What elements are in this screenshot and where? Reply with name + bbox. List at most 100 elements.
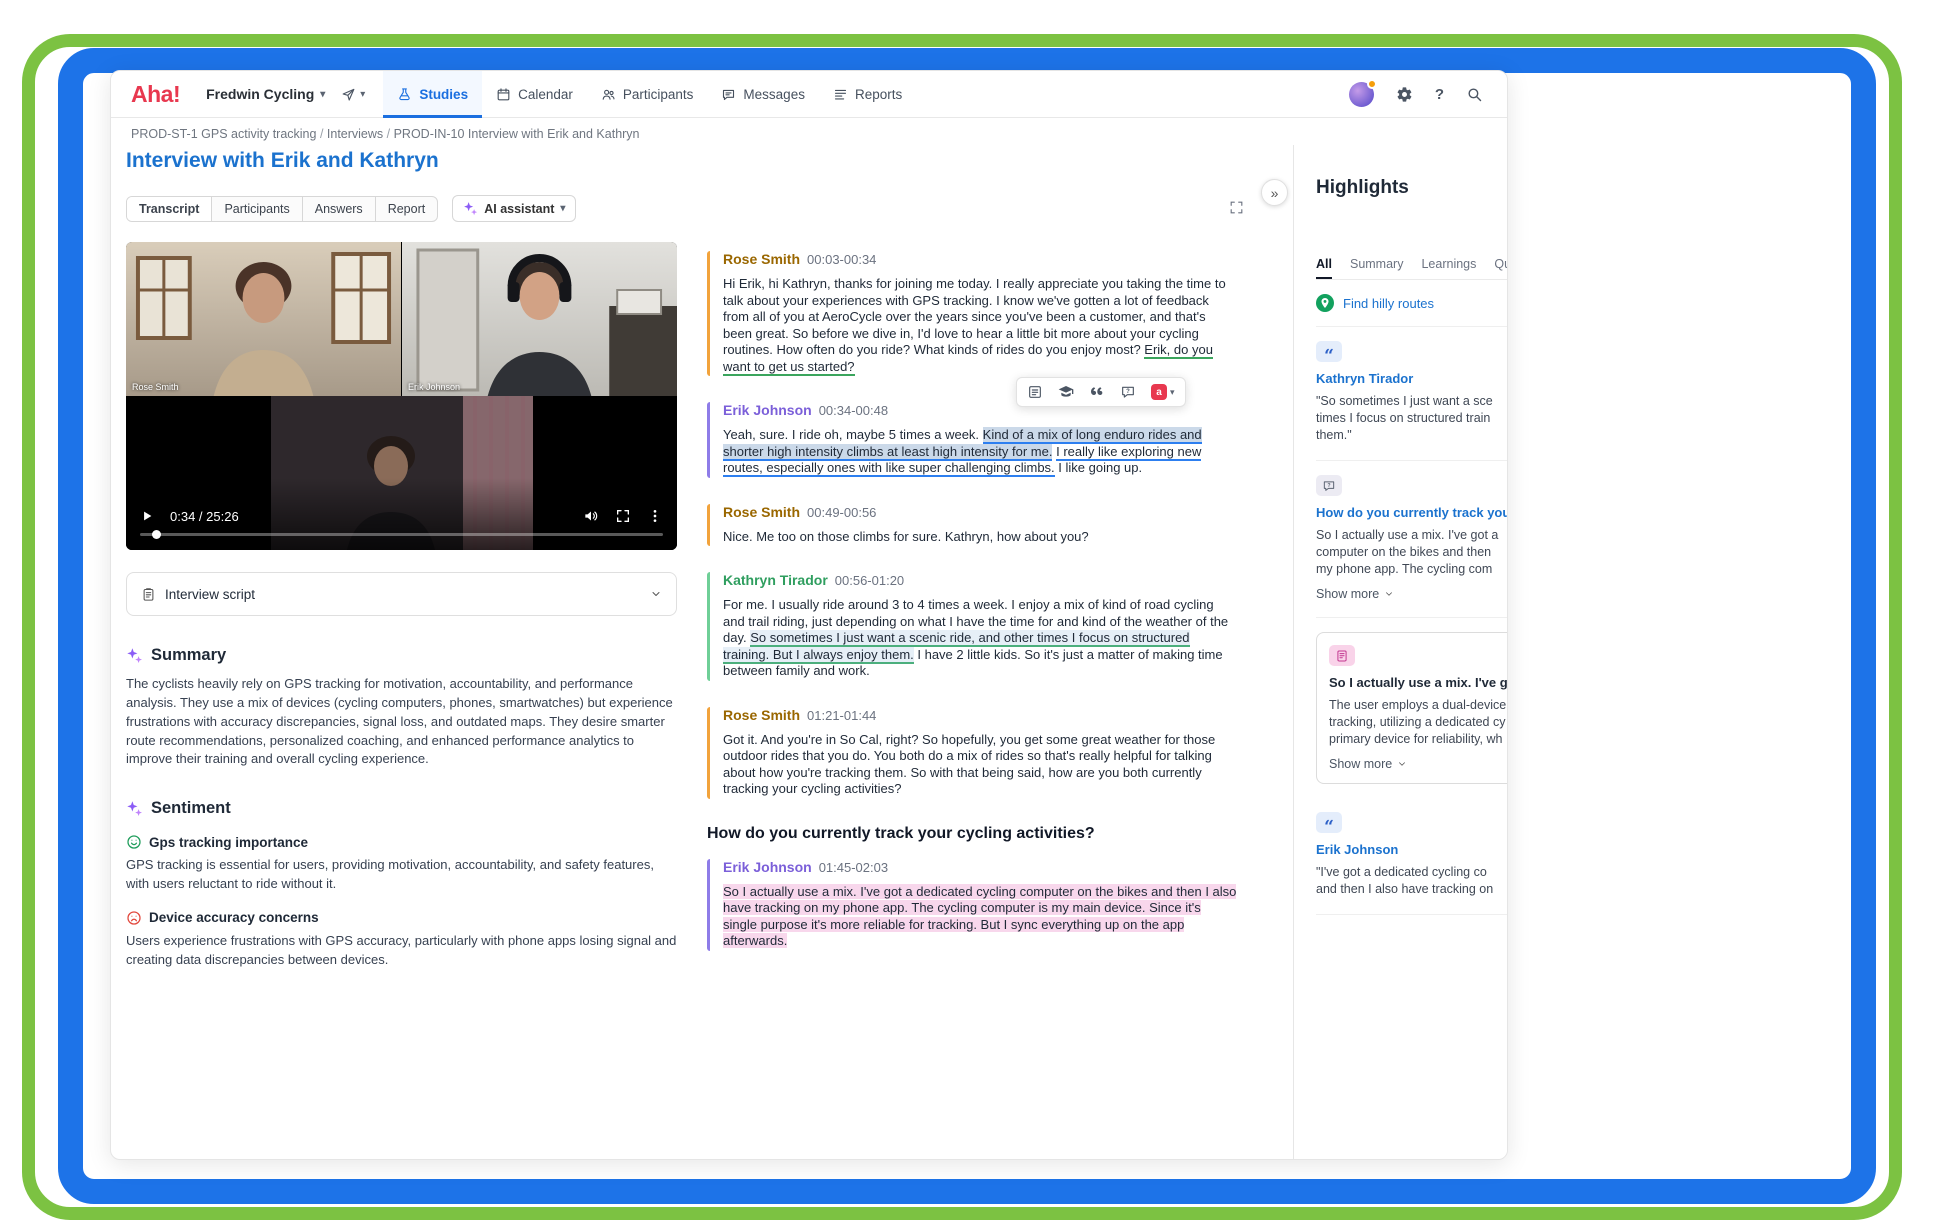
highlights-tab-all[interactable]: All bbox=[1316, 257, 1332, 279]
page-title: Interview with Erik and Kathryn bbox=[126, 149, 439, 173]
chevron-down-icon bbox=[650, 588, 662, 600]
interview-script-label: Interview script bbox=[165, 587, 641, 602]
highlight-card-question[interactable]: ?How do you currently track your cycling… bbox=[1316, 461, 1508, 618]
feedback-icon[interactable]: ? bbox=[1120, 384, 1136, 400]
highlights-tab-quotes[interactable]: Quotes bbox=[1494, 257, 1508, 279]
answer-icon[interactable] bbox=[1027, 384, 1043, 400]
send-icon bbox=[341, 87, 356, 102]
more-options-icon[interactable] bbox=[647, 508, 663, 524]
video-player[interactable]: Rose Smith bbox=[126, 242, 677, 550]
workspace-selector[interactable]: Fredwin Cycling ▾ bbox=[206, 86, 325, 102]
chevron-down-icon: ▾ bbox=[1170, 387, 1175, 398]
timestamp: 01:21-01:44 bbox=[807, 708, 876, 723]
highlight-card-quote[interactable]: “Kathryn Tirador"So sometimes I just wan… bbox=[1316, 327, 1508, 461]
reports-icon bbox=[833, 87, 848, 102]
breadcrumb: PROD-ST-1 GPS activity tracking / Interv… bbox=[131, 127, 640, 141]
highlights-tab-summary[interactable]: Summary bbox=[1350, 257, 1403, 279]
highlight-span[interactable]: So I actually use a mix. I've got a dedi… bbox=[723, 884, 1236, 949]
volume-icon[interactable] bbox=[583, 508, 599, 524]
transcript-block[interactable]: Rose Smith00:03-00:34Hi Erik, hi Kathryn… bbox=[707, 251, 1237, 376]
card-text-line: tracking, utilizing a dedicated cy bbox=[1329, 714, 1508, 731]
sparkle-icon bbox=[463, 201, 478, 216]
transcript-block[interactable]: Erik Johnson01:45-02:03So I actually use… bbox=[707, 859, 1237, 951]
highlight-item-find-hilly-routes[interactable]: Find hilly routes bbox=[1316, 280, 1508, 327]
highlight-doc-icon bbox=[1335, 649, 1349, 663]
show-more-button[interactable]: Show more bbox=[1316, 587, 1508, 601]
collapse-panel-button[interactable]: » bbox=[1261, 179, 1288, 206]
chevron-down-icon bbox=[1397, 759, 1407, 769]
video-name-label: Erik Johnson bbox=[408, 382, 460, 392]
nav-item-calendar[interactable]: Calendar bbox=[482, 71, 587, 118]
play-button[interactable] bbox=[140, 509, 154, 523]
help-icon[interactable]: ? bbox=[1435, 86, 1444, 103]
show-more-label: Show more bbox=[1316, 587, 1379, 601]
transcript-block[interactable]: Rose Smith00:49-00:56Nice. Me too on tho… bbox=[707, 504, 1237, 547]
timestamp: 00:56-01:20 bbox=[835, 573, 904, 588]
nav-item-reports[interactable]: Reports bbox=[819, 71, 916, 118]
avatar[interactable] bbox=[1349, 82, 1374, 107]
sentiment-item: Gps tracking importanceGPS tracking is e… bbox=[126, 834, 677, 894]
quick-nav-dropdown[interactable]: ▾ bbox=[341, 87, 365, 102]
quote-icon[interactable] bbox=[1089, 384, 1105, 400]
highlight-toolbar: ? a▾ bbox=[1016, 377, 1186, 407]
card-text-line: times I focus on structured train bbox=[1316, 410, 1508, 427]
gear-icon[interactable] bbox=[1396, 86, 1413, 103]
card-text-line: my phone app. The cycling com bbox=[1316, 561, 1508, 578]
nav-item-studies[interactable]: Studies bbox=[383, 71, 482, 118]
transcript-block[interactable]: Kathryn Tirador00:56-01:20For me. I usua… bbox=[707, 572, 1237, 681]
card-text-line: So I actually use a mix. I've got a bbox=[1316, 527, 1508, 544]
highlights-title: Highlights bbox=[1316, 177, 1508, 199]
studies-icon bbox=[397, 87, 412, 102]
chevron-down-icon bbox=[1384, 589, 1394, 599]
search-icon[interactable] bbox=[1466, 86, 1483, 103]
top-nav: Aha! Fredwin Cycling ▾ ▾ Studies Calendar… bbox=[111, 71, 1507, 118]
transcript: Rose Smith00:03-00:34Hi Erik, hi Kathryn… bbox=[707, 251, 1237, 977]
sentiment-list: Gps tracking importanceGPS tracking is e… bbox=[126, 834, 677, 969]
ai-assistant-button[interactable]: AI assistant ▾ bbox=[452, 195, 576, 222]
tab-participants[interactable]: Participants bbox=[212, 197, 302, 221]
quote-author: Erik Johnson bbox=[1316, 842, 1508, 857]
show-more-button[interactable]: Show more bbox=[1329, 757, 1508, 771]
card-text-line: The user employs a dual-device bbox=[1329, 697, 1508, 714]
nav-item-messages[interactable]: Messages bbox=[707, 71, 819, 118]
breadcrumb-item[interactable]: Interviews bbox=[327, 127, 383, 141]
aha-logo[interactable]: Aha! bbox=[131, 81, 180, 108]
transcript-block[interactable]: Erik Johnson00:34-00:48Yeah, sure. I rid… bbox=[707, 402, 1237, 478]
insight-badge-icon bbox=[1329, 645, 1355, 666]
breadcrumb-separator: / bbox=[316, 127, 326, 141]
expand-icon[interactable] bbox=[1229, 200, 1244, 215]
speaker-name: Erik Johnson bbox=[723, 402, 812, 418]
fullscreen-icon[interactable] bbox=[615, 508, 631, 524]
video-controls: 0:34 / 25:26 bbox=[140, 508, 663, 524]
highlight-link-label: Find hilly routes bbox=[1343, 296, 1434, 311]
interview-script-toggle[interactable]: Interview script bbox=[126, 572, 677, 616]
card-text-line: "So sometimes I just want a sce bbox=[1316, 393, 1508, 410]
nav-item-label: Calendar bbox=[518, 87, 573, 102]
breadcrumb-item[interactable]: PROD-IN-10 Interview with Erik and Kathr… bbox=[394, 127, 640, 141]
ai-assistant-label: AI assistant bbox=[484, 202, 554, 216]
timestamp: 00:03-00:34 bbox=[807, 252, 876, 267]
highlights-tab-learnings[interactable]: Learnings bbox=[1421, 257, 1476, 279]
tab-transcript[interactable]: Transcript bbox=[127, 197, 212, 221]
tab-report[interactable]: Report bbox=[376, 197, 438, 221]
nav-item-participants[interactable]: Participants bbox=[587, 71, 708, 118]
transcript-block[interactable]: Rose Smith01:21-01:44Got it. And you're … bbox=[707, 707, 1237, 799]
card-text-line: primary device for reliability, wh bbox=[1329, 731, 1508, 748]
transcript-text: For me. I usually ride around 3 to 4 tim… bbox=[723, 597, 1237, 680]
highlights-items: Find hilly routes “Kathryn Tirador"So som… bbox=[1316, 280, 1508, 915]
breadcrumb-item[interactable]: PROD-ST-1 GPS activity tracking bbox=[131, 127, 316, 141]
sentiment-heading: Sentiment bbox=[126, 799, 677, 818]
highlight-card-insight[interactable]: So I actually use a mix. I've got a The u… bbox=[1316, 632, 1508, 784]
nav-item-label: Messages bbox=[743, 87, 805, 102]
card-text-line: and then I also have tracking on bbox=[1316, 881, 1508, 898]
card-text-line: computer on the bikes and then bbox=[1316, 544, 1508, 561]
highlight-card-quote[interactable]: “Erik Johnson"I've got a dedicated cycli… bbox=[1316, 798, 1508, 915]
learning-icon[interactable] bbox=[1058, 384, 1074, 400]
video-scrubber[interactable] bbox=[152, 530, 161, 539]
tab-answers[interactable]: Answers bbox=[303, 197, 376, 221]
card-title: So I actually use a mix. I've got a bbox=[1329, 675, 1508, 690]
highlights-tabs: All Summary Learnings Quotes bbox=[1316, 257, 1508, 280]
nav-item-label: Participants bbox=[623, 87, 694, 102]
video-timeline[interactable] bbox=[140, 533, 663, 536]
aha-menu-icon[interactable]: a▾ bbox=[1151, 384, 1175, 400]
